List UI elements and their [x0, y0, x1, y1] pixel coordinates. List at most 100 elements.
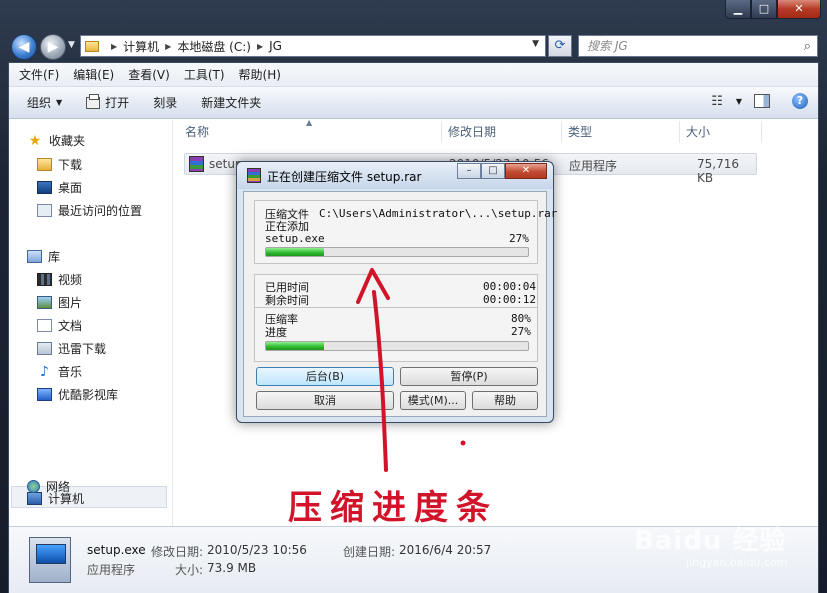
file-progress-group: 压缩文件 C:\Users\Administrator\...\setup.ra…	[254, 200, 557, 264]
close-button[interactable]: ✕	[777, 0, 821, 19]
title-bar: ▁ □ ✕	[0, 0, 827, 30]
maximize-button[interactable]: □	[751, 0, 777, 19]
column-header-size[interactable]: 大小	[680, 121, 762, 143]
sidebar-item-pictures[interactable]: 图片	[37, 294, 82, 311]
sidebar-group-libraries[interactable]: 库	[27, 248, 60, 265]
sidebar-item-label: 下载	[58, 158, 83, 172]
breadcrumb-jg[interactable]: JG	[269, 39, 282, 53]
dialog-body: 压缩文件 C:\Users\Administrator\...\setup.ra…	[243, 191, 557, 417]
chevron-down-icon: ▼	[56, 98, 63, 107]
sidebar-item-label: 优酷影视库	[58, 388, 119, 402]
preview-pane-icon[interactable]	[754, 94, 770, 108]
sidebar-item-recent[interactable]: 最近访问的位置	[37, 202, 142, 219]
details-filename: setup.exe	[87, 543, 146, 557]
menu-bar: 文件(F) 编辑(E) 查看(V) 工具(T) 帮助(H)	[9, 63, 818, 87]
remaining-label: 剩余时间	[265, 294, 309, 307]
sidebar-item-label: 最近访问的位置	[58, 204, 143, 218]
details-created-value: 2016/6/4 20:57	[399, 543, 492, 557]
help-icon[interactable]: ?	[792, 93, 808, 109]
sidebar-item-label: 迅雷下载	[58, 342, 107, 356]
dialog-minimize-button[interactable]: –	[457, 163, 481, 179]
remaining-value: 00:00:12	[483, 293, 536, 306]
desktop-icon	[37, 181, 52, 194]
chevron-down-icon[interactable]: ▼	[736, 97, 742, 106]
back-button[interactable]: ◀	[11, 34, 37, 60]
search-input[interactable]: 搜索 JG ⌕	[578, 35, 818, 57]
sidebar-item-youku[interactable]: 优酷影视库	[37, 386, 118, 403]
dialog-title-bar[interactable]: 正在创建压缩文件 setup.rar – □ ✕	[237, 162, 553, 189]
details-size-value: 73.9 MB	[207, 561, 257, 575]
sidebar-item-documents[interactable]: 文档	[37, 317, 82, 334]
refresh-button[interactable]: ⟳	[548, 35, 572, 57]
favorites-label: 收藏夹	[49, 134, 86, 148]
minimize-button[interactable]: ▁	[725, 0, 751, 19]
elapsed-value: 00:00:04	[483, 280, 536, 293]
sidebar-item-network[interactable]: 网络	[27, 478, 70, 495]
recent-places-icon	[37, 204, 52, 217]
details-created-label: 创建日期:	[343, 545, 396, 559]
new-folder-button[interactable]: 新建文件夹	[201, 94, 261, 111]
forward-button[interactable]: ▶	[40, 34, 66, 60]
library-icon	[27, 250, 42, 263]
baidu-watermark-url: jingyan.baidu.com	[686, 556, 788, 569]
menu-file[interactable]: 文件(F)	[19, 66, 59, 83]
installer-icon	[29, 537, 71, 583]
sidebar-item-thunder-downloads[interactable]: 迅雷下载	[37, 340, 106, 357]
ratio-value: 80%	[511, 312, 531, 325]
sidebar-group-favorites[interactable]: ★ 收藏夹	[27, 132, 85, 149]
burn-button[interactable]: 刻录	[153, 94, 177, 111]
column-header-modified[interactable]: 修改日期	[442, 121, 562, 143]
menu-edit[interactable]: 编辑(E)	[73, 66, 114, 83]
dialog-maximize-button[interactable]: □	[481, 163, 505, 179]
menu-tools[interactable]: 工具(T)	[184, 66, 225, 83]
pause-button[interactable]: 暂停(P)	[400, 367, 538, 386]
open-button[interactable]: 打开	[86, 93, 129, 111]
details-modified-label: 修改日期:	[151, 545, 204, 559]
breadcrumb-local-disk[interactable]: 本地磁盘 (C:)	[177, 38, 251, 55]
cancel-button[interactable]: 取消	[256, 391, 394, 410]
libraries-label: 库	[48, 250, 61, 264]
video-icon	[37, 273, 52, 286]
divider	[255, 307, 537, 308]
address-dropdown-icon[interactable]: ▼	[532, 39, 539, 49]
menu-help[interactable]: 帮助(H)	[239, 66, 281, 83]
sidebar-item-videos[interactable]: 视频	[37, 271, 82, 288]
winrar-icon	[247, 168, 261, 183]
column-header-name[interactable]: 名称	[179, 121, 442, 143]
sidebar-item-label: 图片	[58, 296, 83, 310]
sidebar-item-downloads[interactable]: 下载	[37, 156, 82, 173]
help-button[interactable]: 帮助	[472, 391, 538, 410]
file-progress-bar	[265, 247, 529, 257]
column-header-type[interactable]: 类型	[562, 121, 680, 143]
breadcrumb-computer[interactable]: 计算机	[123, 38, 159, 55]
menu-view[interactable]: 查看(V)	[128, 66, 170, 83]
navigation-bar: ◀ ▶ ▼ ▶ 计算机 ▶ 本地磁盘 (C:) ▶ JG ▼ ⟳ 搜索 JG ⌕	[0, 30, 827, 62]
view-options-icon[interactable]: ☷	[711, 94, 723, 109]
file-progress-fill	[266, 248, 324, 256]
dialog-close-button[interactable]: ✕	[505, 163, 547, 179]
baidu-watermark: Baidu 经验	[634, 526, 787, 556]
compress-progress-dialog: 正在创建压缩文件 setup.rar – □ ✕ 压缩文件 C:\Users\A…	[236, 161, 557, 423]
total-progress-bar	[265, 341, 529, 351]
file-size: 75,716 KB	[697, 157, 739, 185]
burn-label: 刻录	[153, 96, 178, 110]
organize-label: 组织	[27, 96, 52, 110]
recent-pages-chevron-icon[interactable]: ▼	[68, 40, 75, 50]
network-icon	[27, 480, 40, 493]
progress-value: 27%	[511, 325, 531, 338]
background-button[interactable]: 后台(B)	[256, 367, 394, 386]
setup-exe-icon	[189, 156, 204, 172]
chevron-right-icon[interactable]: ▶	[257, 42, 263, 51]
search-icon[interactable]: ⌕	[804, 37, 811, 57]
progress-label: 进度	[265, 326, 287, 339]
sidebar-item-music[interactable]: ♪ 音乐	[37, 363, 82, 380]
sidebar-item-label: 音乐	[58, 365, 83, 379]
details-modified-value: 2010/5/23 10:56	[207, 543, 307, 557]
download-folder-icon	[37, 342, 52, 355]
address-bar[interactable]: ▶ 计算机 ▶ 本地磁盘 (C:) ▶ JG ▼	[80, 35, 546, 57]
organize-button[interactable]: 组织 ▼	[27, 94, 62, 111]
sidebar-item-desktop[interactable]: 桌面	[37, 179, 82, 196]
chevron-right-icon[interactable]: ▶	[111, 42, 117, 51]
chevron-right-icon[interactable]: ▶	[165, 42, 171, 51]
mode-button[interactable]: 模式(M)...	[400, 391, 466, 410]
